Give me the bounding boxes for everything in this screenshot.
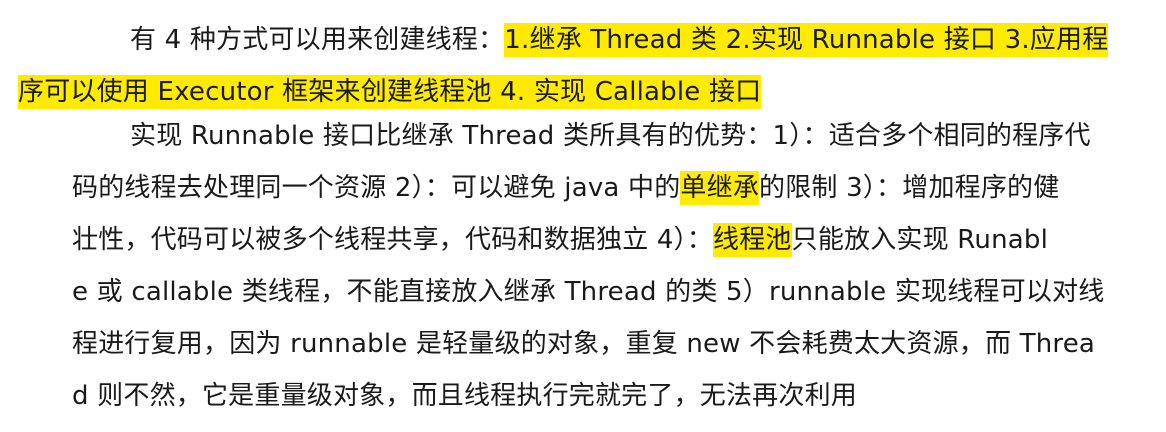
paragraph2-line4-text: e 或 callable 类线程，不能直接放入继承 Thread 的类 5）ru…	[72, 277, 1105, 307]
paragraph2-line5: 程进行复用，因为 runnable 是轻量级的对象，重复 new 不会耗费太大资…	[72, 318, 1152, 370]
paragraph-runnable-advantages: 实现 Runnable 接口比继承 Thread 类所具有的优势：1）：适合多个…	[72, 110, 1152, 422]
paragraph2-line2-text-before: 码的线程去处理同一个资源 2）：可以避免 java 中的	[72, 173, 681, 203]
paragraph2-line6-text: d 则不然，它是重量级对象，而且线程执行完就完了，无法再次利用	[72, 381, 857, 411]
highlighted-text: 序可以使用 Executor 框架来创建线程池 4. 实现 Callable 接…	[18, 75, 762, 109]
document-page: 有 4 种方式可以用来创建线程：1.继承 Thread 类 2.实现 Runna…	[0, 0, 1166, 432]
paragraph2-line5-text: 程进行复用，因为 runnable 是轻量级的对象，重复 new 不会耗费太大资…	[72, 329, 1096, 359]
paragraph-thread-creation-methods: 有 4 种方式可以用来创建线程：1.继承 Thread 类 2.实现 Runna…	[18, 14, 1148, 118]
highlighted-text: 1.继承 Thread 类 2.实现 Runnable 接口 3.应用程	[504, 23, 1109, 57]
paragraph1-line1: 有 4 种方式可以用来创建线程：1.继承 Thread 类 2.实现 Runna…	[18, 14, 1148, 66]
paragraph2-line3-text-before: 壮性，代码可以被多个线程共享，代码和数据独立 4）：	[72, 225, 714, 255]
paragraph2-line2-text-after: 的限制 3）：增加程序的健	[759, 173, 1060, 203]
highlighted-text: 线程池	[713, 223, 792, 257]
paragraph2-line6: d 则不然，它是重量级对象，而且线程执行完就完了，无法再次利用	[72, 370, 1152, 422]
paragraph2-line4: e 或 callable 类线程，不能直接放入继承 Thread 的类 5）ru…	[72, 266, 1152, 318]
paragraph2-line3-text-after: 只能放入实现 Runabl	[791, 225, 1049, 255]
highlighted-text: 单继承	[680, 171, 760, 205]
paragraph1-intro-text: 有 4 种方式可以用来创建线程：	[130, 25, 505, 55]
paragraph2-line2: 码的线程去处理同一个资源 2）：可以避免 java 中的单继承的限制 3）：增加…	[72, 162, 1152, 214]
paragraph2-line3: 壮性，代码可以被多个线程共享，代码和数据独立 4）：线程池只能放入实现 Runa…	[72, 214, 1152, 266]
paragraph2-line1-text: 实现 Runnable 接口比继承 Thread 类所具有的优势：1）：适合多个…	[130, 121, 1091, 151]
paragraph2-line1: 实现 Runnable 接口比继承 Thread 类所具有的优势：1）：适合多个…	[72, 110, 1152, 162]
